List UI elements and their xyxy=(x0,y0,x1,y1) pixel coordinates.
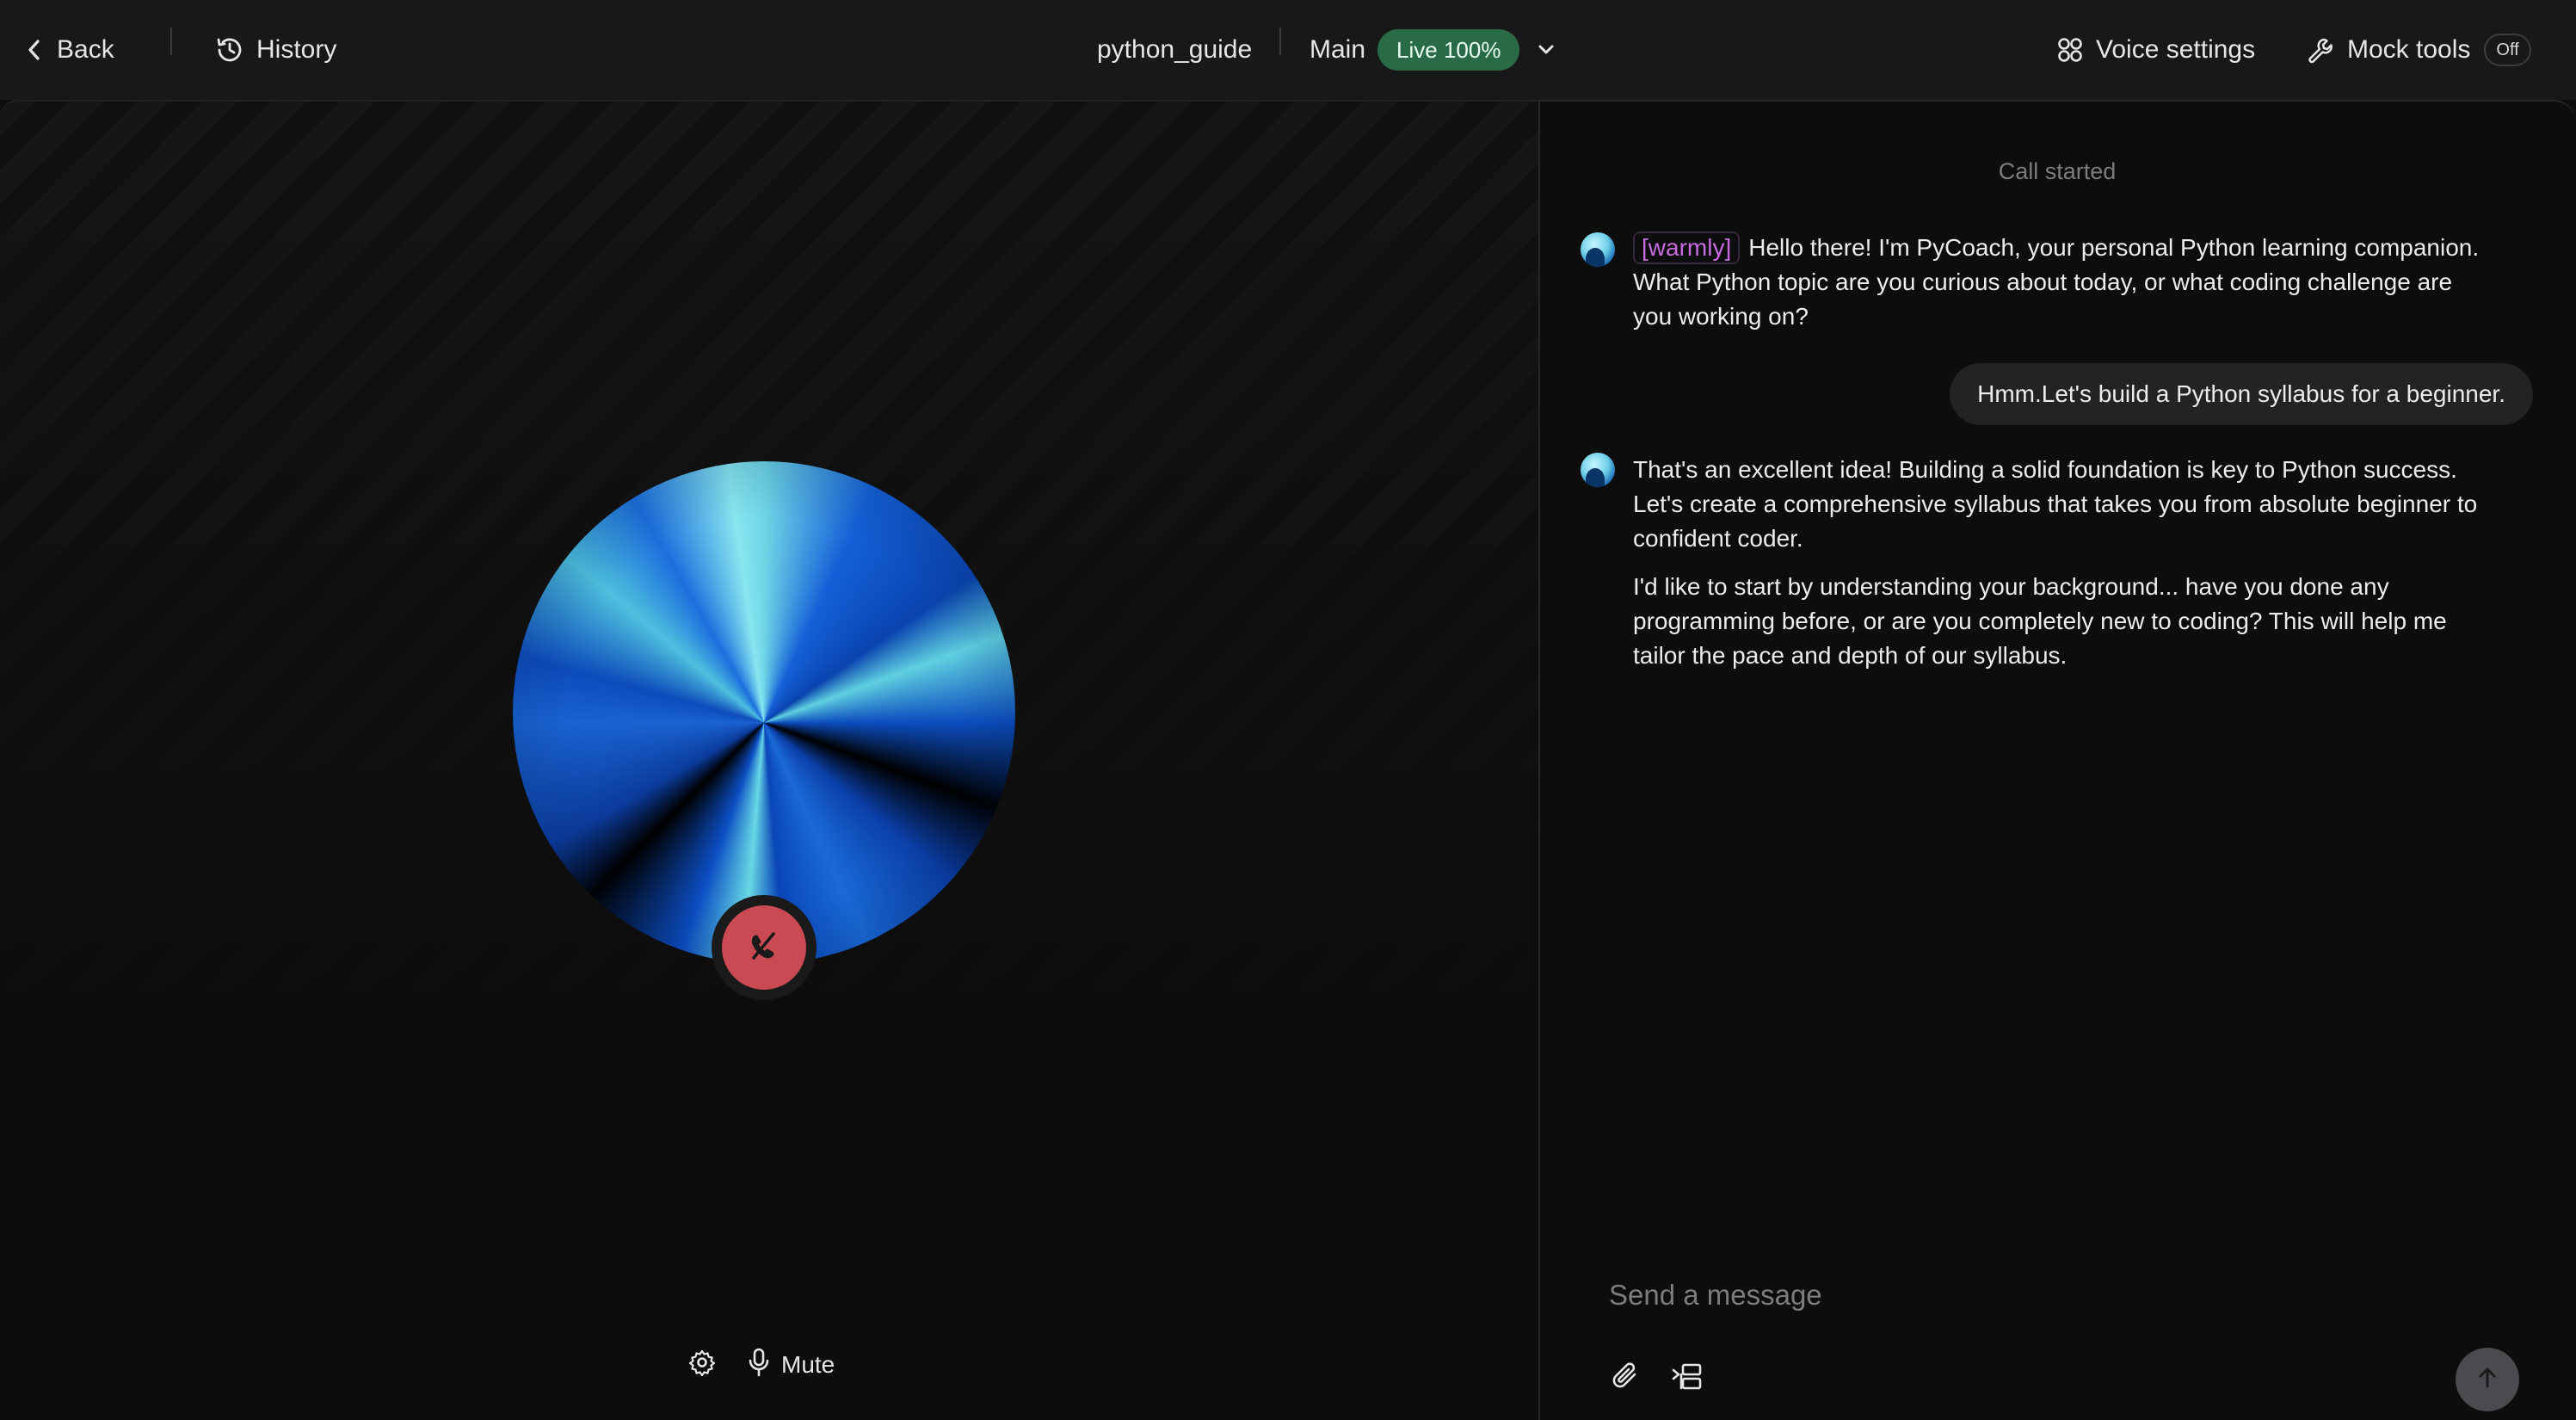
message-text: Hello there! I'm PyCoach, your personal … xyxy=(1633,234,2480,330)
voice-visualizer-orb xyxy=(513,461,1015,964)
assistant-message: [warmly] Hello there! I'm PyCoach, your p… xyxy=(1633,231,2493,334)
back-label: Back xyxy=(57,35,114,64)
history-label: History xyxy=(256,35,337,64)
project-name-label: python_guide xyxy=(1097,35,1253,64)
mock-tools-label: Mock tools xyxy=(2347,35,2471,64)
phone-off-icon xyxy=(745,927,783,969)
live-status-badge: Live 100% xyxy=(1377,29,1520,71)
top-bar: Back History python_guide Main Live 100% xyxy=(0,0,2576,100)
voice-settings-icon xyxy=(2056,36,2084,64)
assistant-message: That's an excellent idea! Building a sol… xyxy=(1633,453,2493,673)
paperclip-icon[interactable] xyxy=(1609,1360,1642,1397)
chevron-left-icon xyxy=(26,38,41,62)
user-message: Hmm.Let's build a Python syllabus for a … xyxy=(1950,363,2533,425)
message-paragraph: I'd like to start by understanding your … xyxy=(1633,573,2447,669)
project-name[interactable]: python_guide xyxy=(1097,26,1252,74)
insert-context-icon[interactable] xyxy=(1671,1361,1704,1397)
wrench-icon xyxy=(2306,35,2335,65)
history-icon xyxy=(215,35,244,65)
message-paragraph: That's an excellent idea! Building a sol… xyxy=(1633,456,2478,552)
microphone-icon xyxy=(747,1348,771,1381)
mock-tools-state-badge: Off xyxy=(2484,34,2531,66)
message-text: Hmm.Let's build a Python syllabus for a … xyxy=(1977,380,2505,407)
voice-settings-button[interactable]: Voice settings xyxy=(2056,26,2255,74)
divider xyxy=(170,28,172,55)
arrow-up-icon xyxy=(2474,1365,2500,1395)
mute-label: Mute xyxy=(781,1350,835,1378)
gear-icon[interactable] xyxy=(688,1349,716,1380)
send-button[interactable] xyxy=(2456,1348,2519,1411)
message-input[interactable]: Send a message xyxy=(1609,1279,1822,1312)
mute-button[interactable]: Mute xyxy=(747,1348,835,1381)
assistant-avatar xyxy=(1581,232,1615,267)
call-controls: Mute xyxy=(688,1348,835,1381)
divider xyxy=(1279,28,1281,55)
emotion-tag: [warmly] xyxy=(1633,232,1741,264)
history-button[interactable]: History xyxy=(215,26,336,74)
mock-tools-toggle[interactable]: Mock tools Off xyxy=(2306,26,2531,74)
call-status-label: Call started xyxy=(1998,158,2117,184)
voice-settings-label: Voice settings xyxy=(2096,35,2256,64)
branch-label: Main xyxy=(1310,35,1366,64)
back-button[interactable]: Back xyxy=(26,26,114,74)
chevron-down-icon xyxy=(1537,44,1556,56)
assistant-avatar xyxy=(1581,453,1615,487)
branch-selector[interactable]: Main Live 100% xyxy=(1310,21,1556,79)
end-call-button[interactable] xyxy=(722,905,806,990)
